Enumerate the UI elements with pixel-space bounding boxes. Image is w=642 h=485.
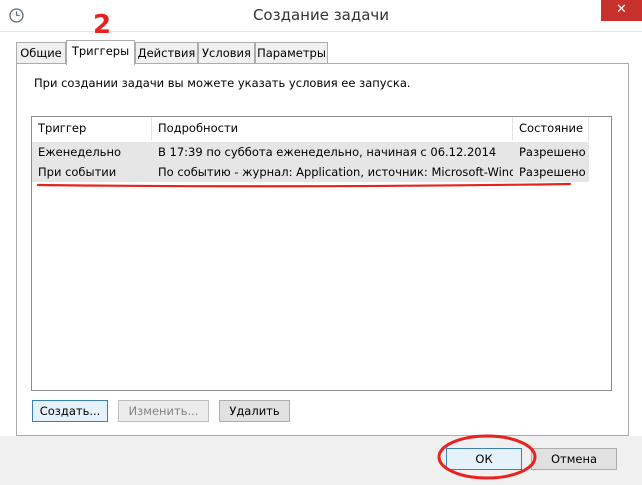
edit-trigger-button[interactable]: Изменить...	[118, 400, 209, 422]
table-header: Триггер Подробности Состояние	[32, 117, 611, 140]
tab-conditions[interactable]: Условия	[198, 42, 255, 64]
triggers-description: При создании задачи вы можете указать ус…	[34, 76, 411, 90]
tab-triggers[interactable]: Триггеры	[66, 40, 135, 65]
create-task-window: Создание задачи ✕ 2 Общие Триггеры Дейст…	[0, 0, 642, 485]
close-button[interactable]: ✕	[601, 0, 642, 21]
tab-settings[interactable]: Параметры	[255, 42, 328, 64]
details-cell: По событию - журнал: Application, источн…	[158, 165, 513, 179]
annotation-step-number: 2	[93, 10, 112, 40]
column-header-details[interactable]: Подробности	[152, 117, 513, 140]
trigger-cell: Еженедельно	[38, 145, 122, 159]
annotation-circle	[437, 434, 537, 480]
cancel-button[interactable]: Отмена	[531, 448, 617, 470]
delete-trigger-button[interactable]: Удалить	[219, 400, 290, 422]
tab-actions[interactable]: Действия	[135, 42, 198, 64]
tab-general[interactable]: Общие	[16, 42, 66, 64]
table-row[interactable]: При событии По событию - журнал: Applica…	[32, 162, 589, 182]
table-row[interactable]: Еженедельно В 17:39 по суббота еженедель…	[32, 142, 589, 162]
details-cell: В 17:39 по суббота еженедельно, начиная …	[158, 145, 497, 159]
create-trigger-button[interactable]: Создать...	[32, 400, 108, 422]
state-cell: Разрешено	[519, 165, 586, 179]
column-header-state[interactable]: Состояние	[513, 117, 589, 140]
triggers-table[interactable]: Триггер Подробности Состояние Еженедельн…	[31, 116, 612, 391]
annotation-underline	[36, 182, 572, 188]
column-header-trigger[interactable]: Триггер	[32, 117, 152, 140]
state-cell: Разрешено	[519, 145, 586, 159]
trigger-cell: При событии	[38, 165, 117, 179]
